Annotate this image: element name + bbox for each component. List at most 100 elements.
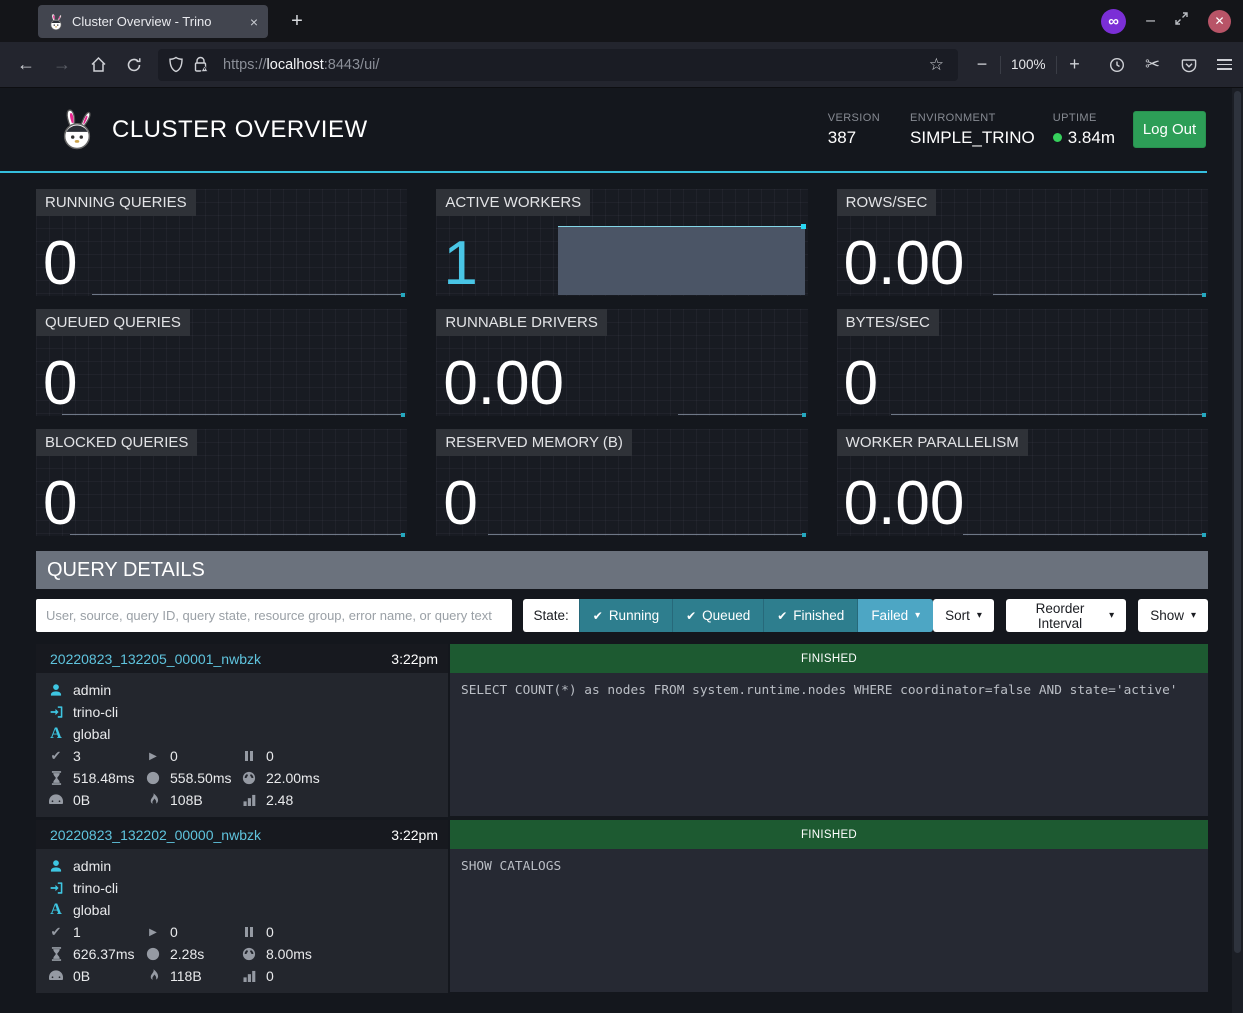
zoom-controls: − 100% + [968,49,1089,81]
stat-value: 0 [443,475,477,534]
cpu-time: 8.00ms [266,946,312,962]
completed-splits-icon: ✔ [48,924,64,940]
stat-value: 0 [43,355,77,414]
query-resource-group: global [73,726,110,742]
filter-failed-dropdown[interactable]: Failed ▾ [857,599,933,632]
forward-button[interactable]: → [44,49,80,81]
bookmark-star-icon[interactable]: ☆ [925,55,948,75]
separator [1056,56,1057,74]
wall-time: 626.37ms [73,946,134,962]
zoom-level[interactable]: 100% [1005,57,1052,72]
tracking-shield-icon [168,56,184,73]
tab-close-icon[interactable]: × [250,14,258,30]
queued-splits: 0 [266,924,274,940]
stat-value: 0 [43,475,77,534]
close-window-button[interactable]: ✕ [1208,10,1231,33]
home-button[interactable] [80,49,116,81]
caret-down-icon: ▾ [977,611,982,621]
toolbar-icons: ✂ [1099,49,1243,81]
query-id-link[interactable]: 20220823_132205_00001_nwbzk [50,651,391,667]
zoom-in-button[interactable]: + [1061,49,1089,81]
version-value: 387 [828,128,880,148]
show-dropdown[interactable]: Show ▾ [1138,599,1208,632]
zoom-out-button[interactable]: − [968,49,996,81]
sparkline [92,294,404,295]
sparkline [70,534,404,535]
memory-icon [48,970,64,983]
wall-time: 518.48ms [73,770,134,786]
minimize-button[interactable]: – [1146,12,1155,30]
new-tab-button[interactable]: + [283,7,311,35]
menu-button[interactable] [1207,49,1243,81]
sign-in-icon [48,705,64,719]
clock-icon [145,947,161,961]
stat-card-runnable-drivers: RUNNABLE DRIVERS 0.00 [436,309,807,416]
back-button[interactable]: ← [8,49,44,81]
stat-label: RUNNING QUERIES [36,189,196,216]
clock-icon [145,771,161,785]
stat-card-running-queries: RUNNING QUERIES 0 [36,189,407,296]
restore-icon [1175,12,1188,25]
query-text: SELECT COUNT(*) as nodes FROM system.run… [450,673,1208,816]
navigation-bar: ← → https://localhost:8443/ui/ [0,42,1243,88]
pocket-button[interactable] [1171,49,1207,81]
filter-queued-button[interactable]: ✔ Queued [672,599,763,632]
stat-value: 0 [844,355,878,414]
queued-splits-icon [241,927,257,937]
tab-title: Cluster Overview - Trino [72,14,242,29]
fire-icon [145,793,161,807]
query-id-bar: 20220823_132205_00001_nwbzk 3:22pm [36,644,448,673]
app-header: CLUSTER OVERVIEW VERSION 387 ENVIRONMENT… [36,88,1208,171]
stat-label: ACTIVE WORKERS [436,189,590,216]
tab-bar: Cluster Overview - Trino × + ∞ – ✕ [0,0,1243,42]
query-time: 3:22pm [391,827,438,843]
trino-favicon [48,13,64,31]
restore-button[interactable] [1175,12,1188,30]
stat-value: 0.00 [443,355,564,414]
history-button[interactable] [1099,49,1135,81]
sign-in-icon [48,881,64,895]
reload-icon [126,57,142,73]
stat-label: BLOCKED QUERIES [36,429,197,456]
browser-tab[interactable]: Cluster Overview - Trino × [38,5,268,38]
url-host: localhost [267,57,324,73]
page-scrollbar[interactable] [1232,88,1243,1013]
caret-down-icon: ▾ [1109,611,1114,621]
cluster-stats-grid: RUNNING QUERIES 0 ACTIVE WORKERS 1 ROWS/… [36,189,1208,536]
url-bar[interactable]: https://localhost:8443/ui/ ☆ [158,49,958,81]
trino-logo [58,107,96,152]
uptime-value: 3.84m [1068,128,1115,148]
current-memory: 0B [73,792,90,808]
parallelism: 2.48 [266,792,293,808]
gauge-icon [241,771,257,785]
parallelism-chart-icon [241,970,257,982]
sort-dropdown[interactable]: Sort ▾ [933,599,994,632]
user-icon [48,683,64,697]
check-icon: ✔ [593,609,603,623]
query-row: 20220823_132202_00000_nwbzk 3:22pm FINIS… [36,820,1208,993]
logout-button[interactable]: Log Out [1133,111,1206,148]
stat-value: 0 [43,235,77,294]
uptime-label: UPTIME [1053,112,1115,124]
filter-finished-button[interactable]: ✔ Finished [763,599,857,632]
history-clock-icon [1109,57,1125,73]
sparkline [993,294,1205,295]
parallelism: 0 [266,968,274,984]
completed-splits: 3 [73,748,81,764]
query-source: trino-cli [73,880,118,896]
total-time: 2.28s [170,946,204,962]
reorder-interval-dropdown[interactable]: Reorder Interval ▾ [1006,599,1126,632]
query-id-link[interactable]: 20220823_132202_00000_nwbzk [50,827,391,843]
stat-value: 0.00 [844,235,965,294]
query-meta-panel: admin trino-cli Aglobal ✔3 ▶0 0 518.48ms… [36,673,448,817]
query-search-input[interactable] [36,599,512,632]
completed-splits-icon: ✔ [48,748,64,764]
scrollbar-thumb[interactable] [1234,91,1241,953]
reload-button[interactable] [116,49,152,81]
running-splits: 0 [170,924,178,940]
check-icon: ✔ [686,609,696,623]
query-details-title: QUERY DETAILS [47,559,205,582]
environment-stat: ENVIRONMENT SIMPLE_TRINO [910,112,1035,148]
filter-running-button[interactable]: ✔ Running [579,599,672,632]
screenshot-button[interactable]: ✂ [1135,49,1171,81]
